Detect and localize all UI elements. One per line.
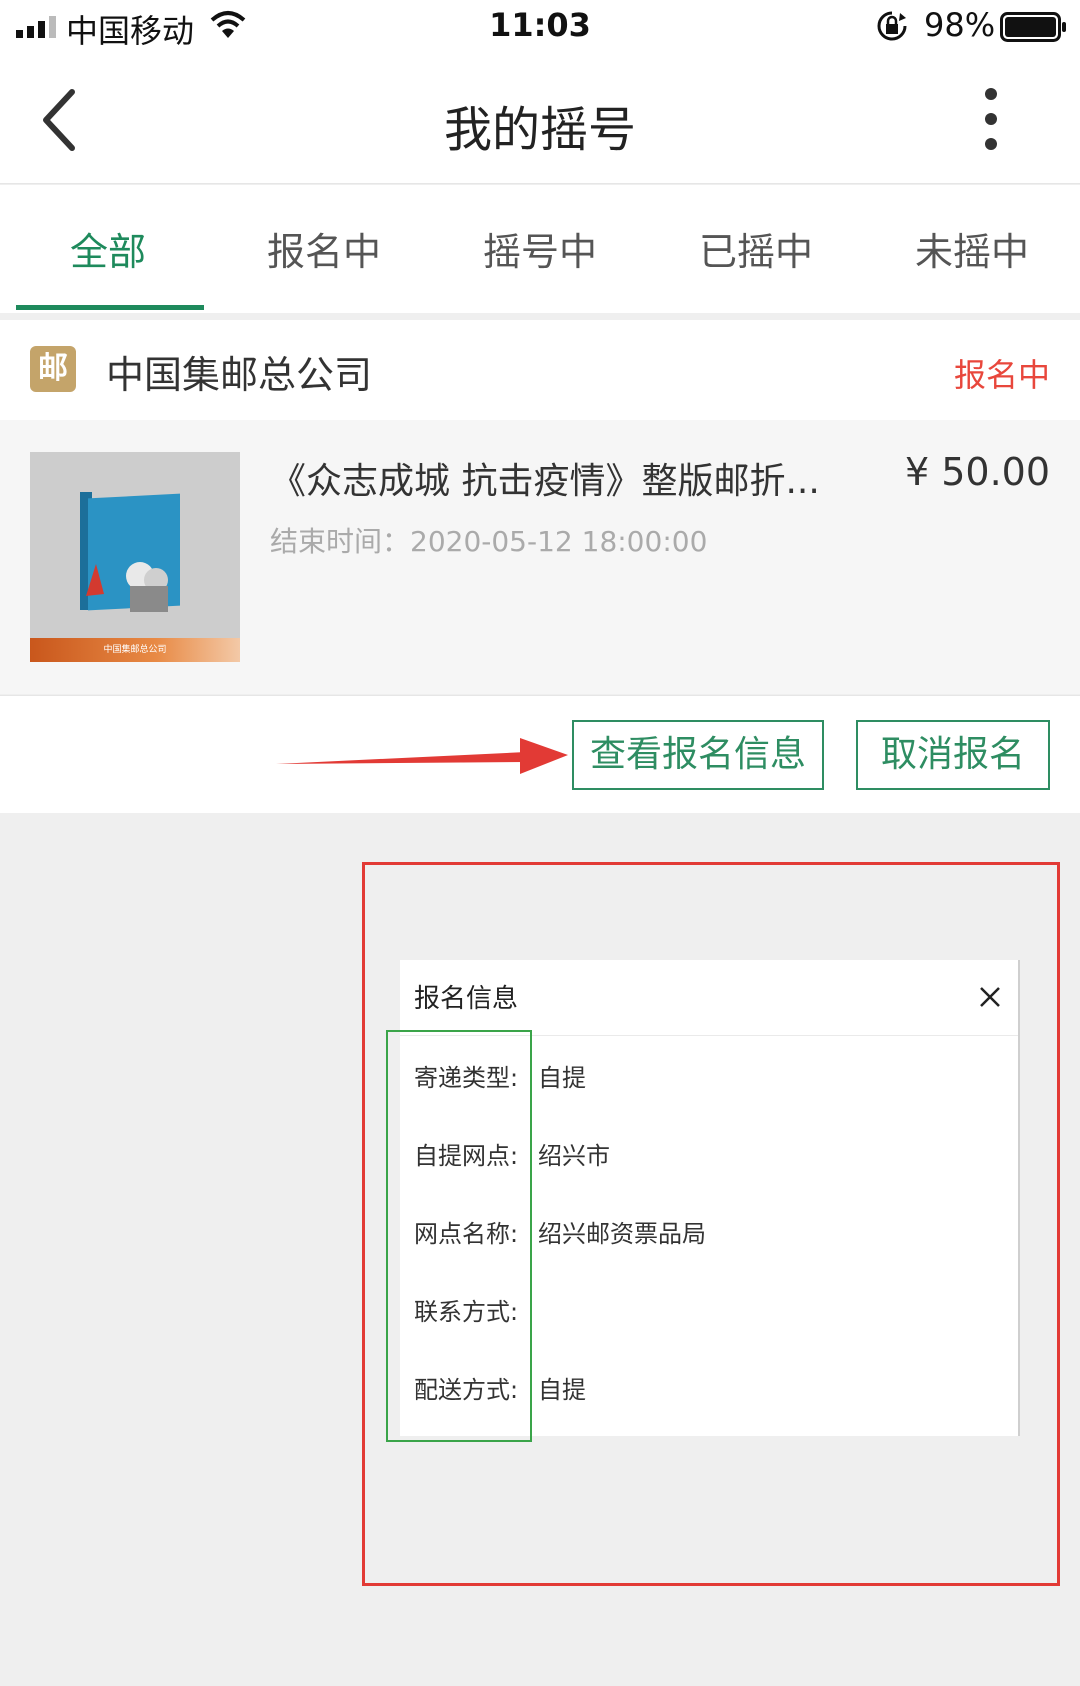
product-title[interactable]: 《众志成城 抗击疫情》整版邮折...: [270, 452, 860, 504]
view-registration-button[interactable]: 查看报名信息: [572, 720, 824, 790]
product-price: ¥ 50.00: [904, 450, 1050, 494]
tab-registering[interactable]: 报名中: [216, 221, 432, 276]
shop-name: 中国集邮总公司: [106, 353, 373, 397]
tab-won[interactable]: 已摇中: [648, 221, 864, 276]
dialog-header: 报名信息: [400, 960, 1018, 1036]
tab-drawing[interactable]: 摇号中: [432, 221, 648, 276]
tab-bar: 全部 报名中 摇号中 已摇中 未摇中: [0, 185, 1080, 313]
shop-header: 邮 中国集邮总公司 报名中: [0, 320, 1080, 420]
product-image: 中国集邮总公司: [30, 452, 240, 662]
field-value-outlet-name: 绍兴邮资票品局: [538, 1220, 706, 1248]
field-value-shipping-method: 自提: [538, 1376, 586, 1404]
product-image-caption: 中国集邮总公司: [30, 638, 240, 662]
close-icon[interactable]: [975, 982, 1005, 1012]
page-title: 我的摇号: [443, 102, 636, 158]
post-logo-icon: 邮: [30, 346, 76, 392]
nav-bar: 我的摇号: [0, 56, 1080, 184]
field-value-pickup-point: 绍兴市: [538, 1142, 610, 1170]
field-value-delivery-type: 自提: [538, 1064, 586, 1092]
illustration-icon: [86, 562, 168, 612]
battery-percent: 98%: [924, 6, 996, 44]
annotation-green-box: [386, 1030, 532, 1442]
cancel-registration-button[interactable]: 取消报名: [856, 720, 1050, 790]
tab-not-won[interactable]: 未摇中: [864, 221, 1080, 276]
end-time: 结束时间：2020-05-12 18:00:00: [270, 525, 708, 558]
orientation-lock-icon: [877, 11, 907, 41]
battery-icon: [1000, 12, 1066, 42]
status-bar: 中国移动 11:03 98%: [0, 0, 1080, 56]
more-options-icon[interactable]: [976, 86, 1006, 152]
clock: 11:03: [489, 6, 591, 44]
annotation-arrow-icon: [276, 738, 568, 774]
active-tab-indicator: [16, 305, 204, 310]
tab-all[interactable]: 全部: [0, 221, 216, 276]
product-item[interactable]: 中国集邮总公司 《众志成城 抗击疫情》整版邮折... ¥ 50.00 结束时间：…: [0, 420, 1080, 694]
status-badge: 报名中: [953, 356, 1050, 394]
dialog-title: 报名信息: [414, 984, 519, 1014]
